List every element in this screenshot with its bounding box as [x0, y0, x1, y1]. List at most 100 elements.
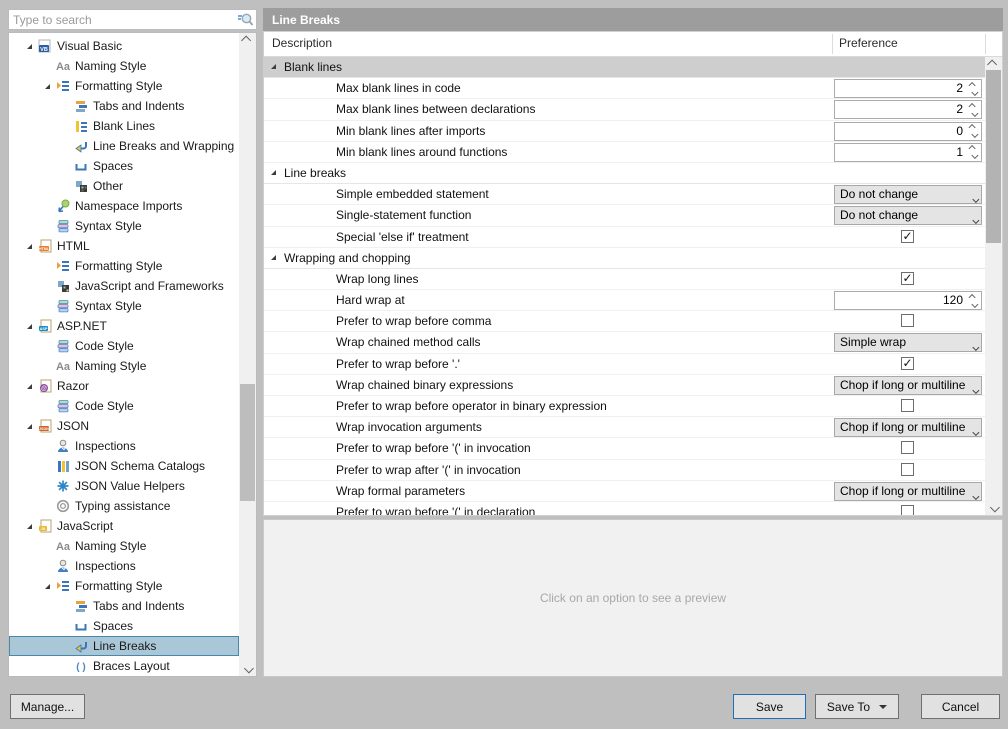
option-row[interactable]: Prefer to wrap before '(' in invocation — [264, 438, 985, 460]
search-input[interactable] — [9, 11, 236, 28]
preference-checkbox[interactable] — [901, 462, 914, 476]
tree-item-html[interactable]: HTML HTML — [9, 236, 239, 256]
group-collapse-icon[interactable] — [271, 169, 276, 175]
number-spinner[interactable]: 0 — [834, 121, 982, 141]
preference-checkbox[interactable]: ✓ — [901, 356, 914, 370]
grid-scrollbar-thumb[interactable] — [986, 70, 1001, 243]
option-row[interactable]: Max blank lines in code 2 — [264, 78, 985, 100]
preference-checkbox[interactable] — [901, 441, 914, 455]
number-spinner[interactable]: 2 — [834, 100, 982, 120]
tree-item-visual-basic[interactable]: VB Visual Basic — [9, 36, 239, 56]
option-row[interactable]: Simple embedded statement Do not change — [264, 184, 985, 206]
preference-checkbox[interactable] — [901, 504, 914, 515]
expander-icon[interactable] — [22, 423, 37, 429]
tree-item-json-value-helpers[interactable]: JSON Value Helpers — [9, 476, 239, 496]
number-spinner[interactable]: 2 — [834, 79, 982, 99]
expander-icon[interactable] — [40, 83, 55, 89]
cancel-button[interactable]: Cancel — [921, 694, 1000, 719]
expander-icon[interactable] — [40, 583, 55, 589]
option-row[interactable]: Prefer to wrap before operator in binary… — [264, 396, 985, 418]
preference-dropdown[interactable]: Simple wrap — [834, 333, 982, 353]
expander-icon[interactable] — [22, 43, 37, 49]
tree-item-code-style[interactable]: Code Style — [9, 336, 239, 356]
tree-item-line-breaks[interactable]: Line Breaks — [9, 636, 239, 656]
option-row[interactable]: Wrap chained method calls Simple wrap — [264, 332, 985, 354]
save-to-button[interactable]: Save To — [815, 694, 899, 719]
option-row[interactable]: Min blank lines after imports 0 — [264, 120, 985, 142]
option-row[interactable]: Prefer to wrap before '.' ✓ — [264, 353, 985, 375]
number-spinner[interactable]: 1 — [834, 142, 982, 162]
tree-item-inspections[interactable]: Inspections — [9, 436, 239, 456]
tree-item-naming-style[interactable]: Aa Naming Style — [9, 536, 239, 556]
tree-item-syntax-style[interactable]: Syntax Style — [9, 216, 239, 236]
tree-item-formatting-style[interactable]: Formatting Style — [9, 256, 239, 276]
option-row[interactable]: Max blank lines between declarations 2 — [264, 99, 985, 121]
scroll-down-icon[interactable] — [239, 661, 256, 676]
tree-item-javascript[interactable]: JS JavaScript — [9, 516, 239, 536]
expander-icon[interactable] — [22, 383, 37, 389]
group-collapse-icon[interactable] — [271, 64, 276, 69]
tree-item-json[interactable]: JSON JSON — [9, 416, 239, 436]
option-row[interactable]: Wrap chained binary expressions Chop if l… — [264, 374, 985, 396]
tree-item-spaces[interactable]: Spaces — [9, 616, 239, 636]
tree-item-asp-net[interactable]: ASP ASP.NET — [9, 316, 239, 336]
tree-item-typing-assistance[interactable]: Typing assistance — [9, 496, 239, 516]
tree-item-naming-style[interactable]: Aa Naming Style — [9, 56, 239, 76]
spinner-up-icon[interactable] — [968, 293, 976, 301]
tree-item-line-breaks-and-wrapping[interactable]: Line Breaks and Wrapping — [9, 136, 239, 156]
tree-item-spaces[interactable]: Spaces — [9, 156, 239, 176]
spinner-down-icon[interactable] — [970, 88, 978, 96]
expander-icon[interactable] — [22, 523, 37, 529]
tree-item-other[interactable]: Other — [9, 176, 239, 196]
tree-scrollbar-thumb[interactable] — [240, 384, 255, 501]
group-row[interactable]: Blank lines — [264, 57, 985, 79]
spinner-down-icon[interactable] — [970, 109, 978, 117]
option-row[interactable]: Wrap invocation arguments Chop if long or… — [264, 417, 985, 439]
preference-checkbox[interactable]: ✓ — [901, 229, 914, 243]
spinner-down-icon[interactable] — [970, 152, 978, 160]
preference-dropdown[interactable]: Chop if long or multiline — [834, 418, 982, 438]
tree-item-syntax-style[interactable]: Syntax Style — [9, 296, 239, 316]
expander-icon[interactable] — [22, 323, 37, 329]
option-row[interactable]: Wrap long lines ✓ — [264, 268, 985, 291]
tree-item-braces-layout[interactable]: ( ) Braces Layout — [9, 656, 239, 676]
spinner-down-icon[interactable] — [970, 131, 978, 139]
spinner-down-icon[interactable] — [970, 300, 978, 308]
tree-item-formatting-style[interactable]: Formatting Style — [9, 76, 239, 96]
option-row[interactable]: Min blank lines around functions 1 — [264, 141, 985, 163]
preference-dropdown[interactable]: Do not change — [834, 206, 982, 226]
group-row[interactable]: Wrapping and chopping — [264, 247, 985, 269]
option-row[interactable]: Hard wrap at 120 — [264, 290, 985, 312]
save-button[interactable]: Save — [733, 694, 806, 719]
tree-item-tabs-and-indents[interactable]: Tabs and Indents — [9, 596, 239, 616]
option-row[interactable]: Wrap formal parameters Chop if long or mu… — [264, 480, 985, 502]
tree-item-naming-style[interactable]: Aa Naming Style — [9, 356, 239, 376]
tree-item-json-schema-catalogs[interactable]: JSON Schema Catalogs — [9, 456, 239, 476]
scroll-down-icon[interactable] — [985, 500, 1002, 515]
group-row[interactable]: Line breaks — [264, 162, 985, 185]
preference-checkbox[interactable] — [901, 399, 914, 412]
preference-checkbox[interactable]: ✓ — [901, 271, 914, 285]
tree-item-inspections[interactable]: Inspections — [9, 556, 239, 576]
tree-scrollbar[interactable] — [239, 33, 256, 676]
manage-button[interactable]: Manage... — [10, 694, 85, 719]
tree-item-formatting-style[interactable]: Formatting Style — [9, 576, 239, 596]
tree-item-namespace-imports[interactable]: Namespace Imports — [9, 196, 239, 216]
preference-dropdown[interactable]: Chop if long or multiline — [834, 375, 982, 395]
tree-item-javascript-and-frameworks[interactable]: JavaScript and Frameworks — [9, 276, 239, 296]
scroll-up-icon[interactable] — [239, 33, 256, 48]
group-collapse-icon[interactable] — [271, 254, 276, 260]
number-spinner[interactable]: 120 — [834, 291, 982, 311]
option-row[interactable]: Prefer to wrap before '(' in declaration — [264, 501, 985, 515]
tree-item-blank-lines[interactable]: Blank Lines — [9, 116, 239, 136]
option-row[interactable]: Prefer to wrap after '(' in invocation — [264, 459, 985, 481]
grid-scrollbar[interactable] — [985, 57, 1002, 515]
search-icon[interactable] — [236, 12, 254, 28]
tree-item-code-style[interactable]: Code Style — [9, 396, 239, 416]
preference-checkbox[interactable] — [901, 314, 914, 328]
preference-dropdown[interactable]: Chop if long or multiline — [834, 481, 982, 501]
tree-item-tabs-and-indents[interactable]: Tabs and Indents — [9, 96, 239, 116]
tree-item-razor[interactable]: @ Razor — [9, 376, 239, 396]
option-row[interactable]: Prefer to wrap before comma — [264, 311, 985, 333]
option-row[interactable]: Single-statement function Do not change — [264, 205, 985, 227]
